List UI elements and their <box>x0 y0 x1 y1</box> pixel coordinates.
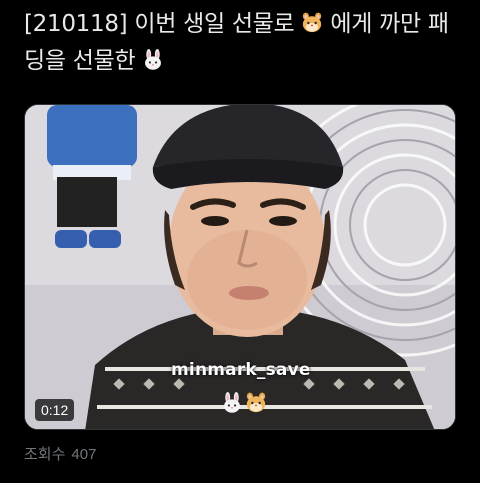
video-duration-badge: 0:12 <box>35 399 75 421</box>
tweet-text-part1: [210118] 이번 생일 선물로 <box>24 11 302 37</box>
watermark-emojis <box>221 392 267 414</box>
watermark-text: minmark_save <box>171 360 311 380</box>
view-count: 조회수 407 <box>24 443 102 464</box>
video-thumbnail[interactable] <box>25 105 456 430</box>
tweet-text: [210118] 이번 생일 선물로 에게 까만 패딩을 선물한 <box>24 6 464 80</box>
views-number: 407 <box>71 446 97 463</box>
views-label: 조회수 <box>24 446 66 463</box>
rabbit-face-icon <box>145 49 162 70</box>
video-player[interactable]: minmark_save 0:12 <box>24 104 456 430</box>
rabbit-face-icon <box>224 392 240 413</box>
hamster-face-icon <box>303 12 322 33</box>
hamster-face-icon <box>246 392 266 413</box>
